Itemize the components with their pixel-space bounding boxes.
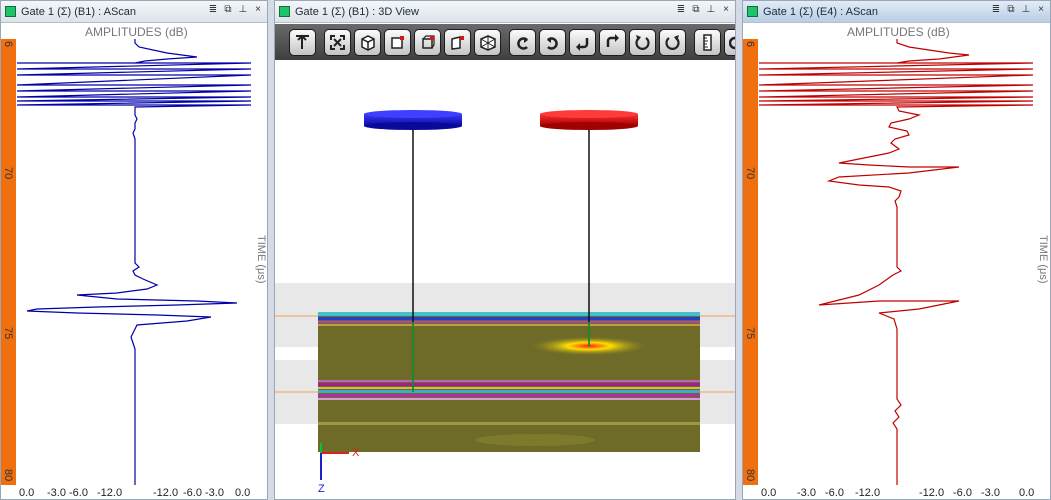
y-tick: 6 <box>2 41 14 48</box>
x-tick: 0.0 <box>235 487 251 499</box>
ascan-panel-right: Gate 1 (Σ) (E4) : AScan ≣ ⧉ ⊥ × 6 70 75 … <box>742 0 1051 500</box>
data-icon[interactable]: ≣ <box>676 4 686 15</box>
time-axis-bar[interactable] <box>1 39 16 485</box>
ascan-trace <box>17 39 252 485</box>
x-tick: -3.0 <box>797 487 816 499</box>
rotate-down-icon[interactable] <box>539 28 566 56</box>
view3d-panel: Gate 1 (Σ) (B1) : 3D View ≣ ⧉ ⊥ × X Z <box>274 0 736 500</box>
ascan-trace <box>759 39 1034 485</box>
window-controls: ≣ ⧉ ⊥ × <box>991 4 1046 15</box>
x-tick: -6.0 <box>825 487 844 499</box>
close-icon[interactable]: × <box>253 4 263 15</box>
scan-layer <box>318 312 700 316</box>
data-icon[interactable]: ≣ <box>208 4 218 15</box>
close-icon[interactable]: × <box>721 4 731 15</box>
ruler-icon[interactable] <box>694 28 721 56</box>
panel-titlebar[interactable]: Gate 1 (Σ) (B1) : AScan ≣ ⧉ ⊥ × <box>1 1 267 23</box>
view-toolbar <box>275 24 735 60</box>
scan-layer <box>318 390 700 393</box>
data-icon[interactable]: ≣ <box>991 4 1001 15</box>
more-icon[interactable] <box>724 28 735 56</box>
panel-titlebar[interactable]: Gate 1 (Σ) (E4) : AScan ≣ ⧉ ⊥ × <box>743 1 1050 23</box>
probe-disc-red <box>540 110 638 130</box>
x-tick: -12.0 <box>153 487 179 499</box>
x-tick: 0.0 <box>761 487 777 499</box>
ascan-trace-plot[interactable] <box>759 39 1035 485</box>
ascan-panel-left: Gate 1 (Σ) (B1) : AScan ≣ ⧉ ⊥ × 6 70 75 … <box>0 0 268 500</box>
pin-icon[interactable]: ⊥ <box>1021 4 1031 15</box>
y-tick: 6 <box>744 41 756 48</box>
axis-x-label: X <box>352 447 360 459</box>
scan-layer <box>318 321 700 323</box>
pin-icon[interactable]: ⊥ <box>706 4 716 15</box>
restore-icon[interactable]: ⧉ <box>1006 4 1016 15</box>
scan-layer <box>318 317 700 320</box>
window-controls: ≣ ⧉ ⊥ × <box>208 4 263 15</box>
pin-icon[interactable]: ⊥ <box>238 4 248 15</box>
y-tick: 75 <box>744 327 756 340</box>
x-tick: 0.0 <box>1019 487 1035 499</box>
x-tick: -3.0 <box>47 487 66 499</box>
scan-layer <box>318 383 700 386</box>
rotate-left-icon[interactable] <box>569 28 596 56</box>
ascan-trace-plot[interactable] <box>17 39 253 485</box>
status-indicator <box>279 6 290 17</box>
pointer-icon[interactable] <box>289 28 316 56</box>
panel-title: Gate 1 (Σ) (B1) : 3D View <box>295 6 419 18</box>
view3d-canvas[interactable]: X Z <box>275 60 735 499</box>
amplitudes-label: AMPLITUDES (dB) <box>85 25 188 39</box>
y-tick: 75 <box>2 327 14 340</box>
x-tick: -12.0 <box>97 487 123 499</box>
cube-wire-icon[interactable] <box>414 28 441 56</box>
x-tick: -3.0 <box>205 487 224 499</box>
restore-icon[interactable]: ⧉ <box>691 4 701 15</box>
time-axis-bar[interactable] <box>743 39 758 485</box>
x-tick: -3.0 <box>981 487 1000 499</box>
indication-hotspot <box>475 434 595 446</box>
x-tick: -12.0 <box>919 487 945 499</box>
y-tick: 70 <box>744 167 756 180</box>
scan-layer <box>318 398 700 400</box>
panel-titlebar[interactable]: Gate 1 (Σ) (B1) : 3D View ≣ ⧉ ⊥ × <box>275 1 735 23</box>
time-label: TIME (μs) <box>255 235 267 284</box>
x-tick: -6.0 <box>953 487 972 499</box>
x-tick: -6.0 <box>183 487 202 499</box>
panel-title: Gate 1 (Σ) (B1) : AScan <box>21 6 137 18</box>
y-tick: 80 <box>744 469 756 482</box>
scan-layer <box>318 324 700 326</box>
amplitudes-label: AMPLITUDES (dB) <box>847 25 950 39</box>
cube-front-icon[interactable] <box>384 28 411 56</box>
rotate-up-icon[interactable] <box>509 28 536 56</box>
fit-view-icon[interactable] <box>324 28 351 56</box>
restore-icon[interactable]: ⧉ <box>223 4 233 15</box>
probe-disc-blue <box>364 110 462 130</box>
scan-layer <box>318 387 700 389</box>
x-tick: -12.0 <box>855 487 881 499</box>
status-indicator <box>5 6 16 17</box>
x-tick: 0.0 <box>19 487 35 499</box>
scan-layer <box>318 394 700 397</box>
axis-z-label: Z <box>318 483 325 495</box>
window-controls: ≣ ⧉ ⊥ × <box>676 4 731 15</box>
rotate-cw-icon[interactable] <box>659 28 686 56</box>
cube-side-icon[interactable] <box>444 28 471 56</box>
y-tick: 80 <box>2 469 14 482</box>
close-icon[interactable]: × <box>1036 4 1046 15</box>
panel-title: Gate 1 (Σ) (E4) : AScan <box>763 6 879 18</box>
cube-solid-icon[interactable] <box>354 28 381 56</box>
y-tick: 70 <box>2 167 14 180</box>
status-indicator <box>747 6 758 17</box>
rotate-ccw-icon[interactable] <box>629 28 656 56</box>
time-label: TIME (μs) <box>1037 235 1049 284</box>
x-tick: -6.0 <box>69 487 88 499</box>
scan-layer <box>318 422 700 425</box>
rotate-right-icon[interactable] <box>599 28 626 56</box>
scene: X Z <box>275 110 735 495</box>
cube-iso-icon[interactable] <box>474 28 501 56</box>
scan-layer <box>318 380 700 382</box>
